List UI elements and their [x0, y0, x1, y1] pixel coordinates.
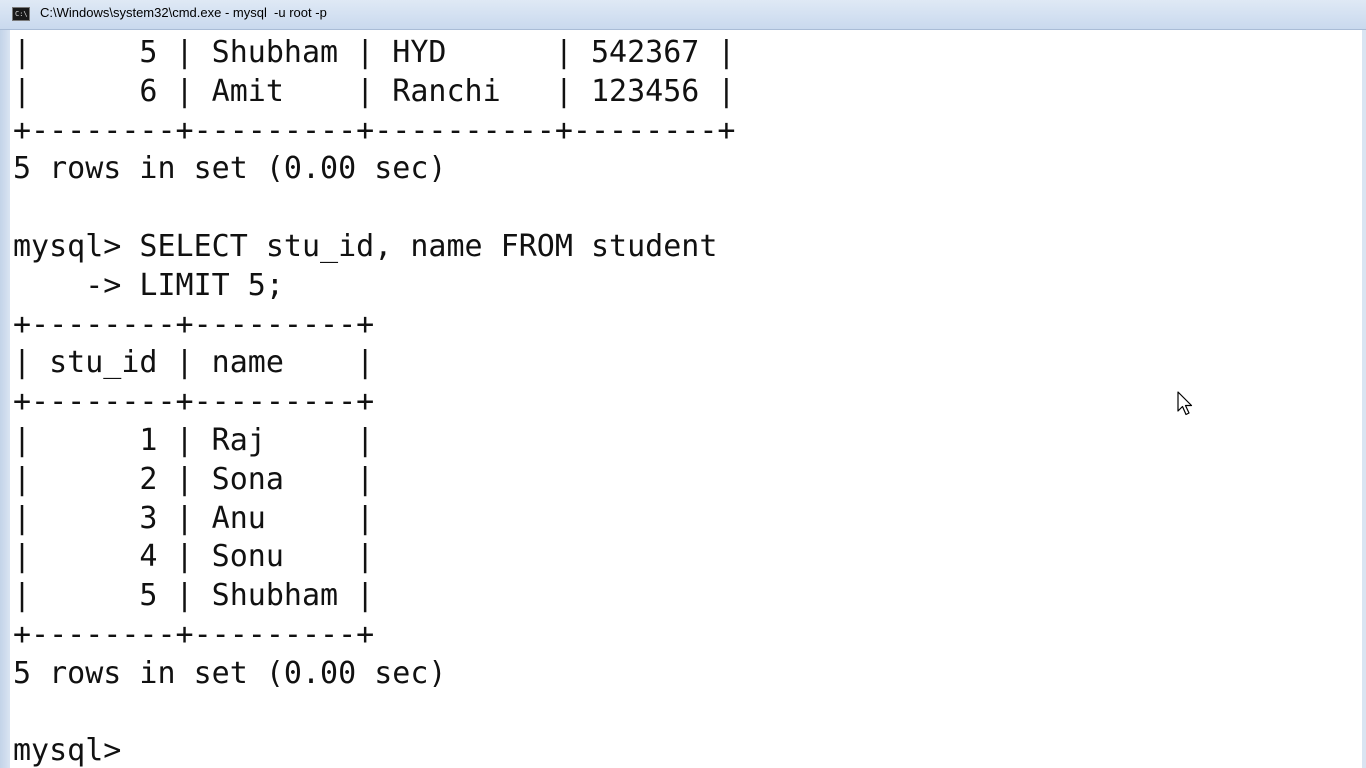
console-line: | 6 | Amit | Ranchi | 123456 | — [13, 73, 736, 109]
console-line: | 5 | Shubham | HYD | 542367 | — [13, 35, 736, 70]
console-line: | stu_id | name | — [13, 345, 375, 381]
console-line: | 1 | Raj | — [13, 422, 375, 458]
console-line: | 5 | Shubham | — [13, 578, 375, 614]
window-title: C:\Windows\system32\cmd.exe - mysql -u r… — [40, 5, 327, 20]
cmd-window: C:\ C:\Windows\system32\cmd.exe - mysql … — [0, 0, 1366, 768]
console-line: +--------+---------+----------+--------+ — [13, 112, 736, 148]
console-line: -> LIMIT 5; — [13, 267, 284, 303]
console-line: 5 rows in set (0.00 sec) — [13, 151, 447, 187]
console-line: | 3 | Anu | — [13, 500, 375, 536]
window-left-border — [0, 30, 10, 768]
console-output-area[interactable]: | 5 | Shubham | HYD | 542367 | | 6 | Ami… — [10, 30, 1362, 768]
console-line: +--------+---------+ — [13, 384, 375, 420]
console-prompt-line[interactable]: mysql> — [13, 732, 735, 768]
console-lines: | 5 | Shubham | HYD | 542367 | | 6 | Ami… — [13, 34, 735, 768]
console-line: +--------+---------+ — [13, 616, 375, 652]
console-line: | 4 | Sonu | — [13, 539, 375, 575]
console-icon: C:\ — [12, 7, 30, 21]
window-right-border — [1362, 30, 1366, 768]
console-line: | 2 | Sona | — [13, 461, 375, 497]
mouse-pointer-icon — [1177, 391, 1193, 416]
title-bar[interactable]: C:\ C:\Windows\system32\cmd.exe - mysql … — [0, 0, 1366, 30]
console-line: +--------+---------+ — [13, 306, 375, 342]
console-line: 5 rows in set (0.00 sec) — [13, 655, 447, 691]
console-line: mysql> SELECT stu_id, name FROM student — [13, 228, 718, 264]
